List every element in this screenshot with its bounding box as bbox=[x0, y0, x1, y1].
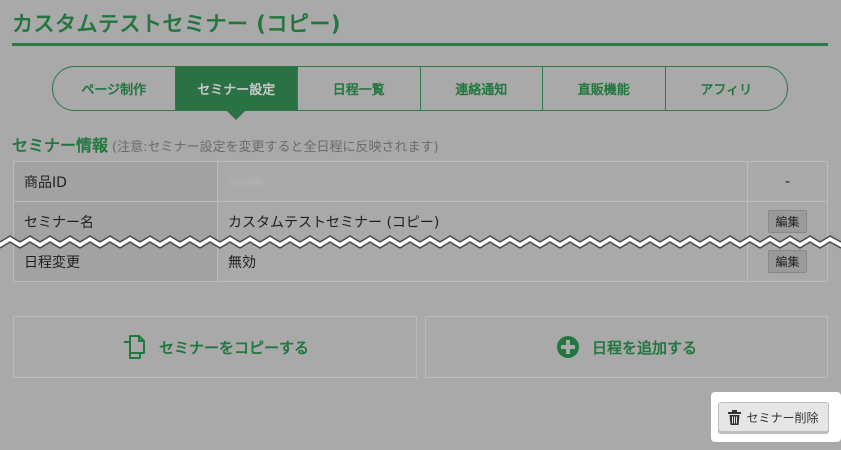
delete-seminar-button[interactable]: セミナー削除 bbox=[718, 402, 829, 432]
row-key: 商品ID bbox=[13, 161, 218, 202]
torn-edge-divider bbox=[0, 235, 841, 249]
plus-circle-icon bbox=[556, 336, 579, 358]
tab-bar: ページ制作 セミナー設定 日程一覧 連絡通知 直販機能 アフィリ bbox=[52, 66, 788, 120]
trash-icon bbox=[728, 409, 742, 425]
row-action: - bbox=[747, 161, 828, 202]
tab-page-production[interactable]: ページ制作 bbox=[53, 67, 175, 110]
copy-seminar-label: セミナーをコピーする bbox=[158, 338, 309, 357]
add-schedule-button[interactable]: 日程を追加する bbox=[425, 316, 828, 378]
page-title: カスタムテストセミナー (コピー) bbox=[12, 12, 342, 36]
tab-seminar-settings[interactable]: セミナー設定 bbox=[174, 67, 297, 120]
section-heading: セミナー情報 (注意:セミナー設定を変更すると全日程に反映されます) bbox=[12, 132, 439, 156]
title-divider bbox=[12, 43, 828, 46]
product-id-value: 53188 bbox=[228, 175, 263, 189]
row-value: 53188 bbox=[217, 161, 748, 202]
add-schedule-label: 日程を追加する bbox=[591, 338, 697, 357]
section-note: (注意:セミナー設定を変更すると全日程に反映されます) bbox=[112, 140, 439, 155]
copy-seminar-button[interactable]: セミナーをコピーする bbox=[13, 316, 417, 378]
seminar-info-table: 商品ID 53188 - セミナー名 カスタムテストセミナー (コピー) 編集 … bbox=[13, 161, 828, 282]
tab-direct-sales[interactable]: 直販機能 bbox=[542, 67, 665, 110]
table-row: 商品ID 53188 - bbox=[13, 161, 828, 202]
delete-seminar-label: セミナー削除 bbox=[746, 410, 819, 425]
tab-affiliate[interactable]: アフィリ bbox=[664, 67, 788, 110]
edit-seminar-name-button[interactable]: 編集 bbox=[768, 210, 807, 233]
section-title: セミナー情報 bbox=[12, 136, 109, 155]
tab-schedule-list[interactable]: 日程一覧 bbox=[297, 67, 420, 110]
tab-notifications[interactable]: 連絡通知 bbox=[419, 67, 543, 110]
copy-icon bbox=[123, 335, 145, 359]
